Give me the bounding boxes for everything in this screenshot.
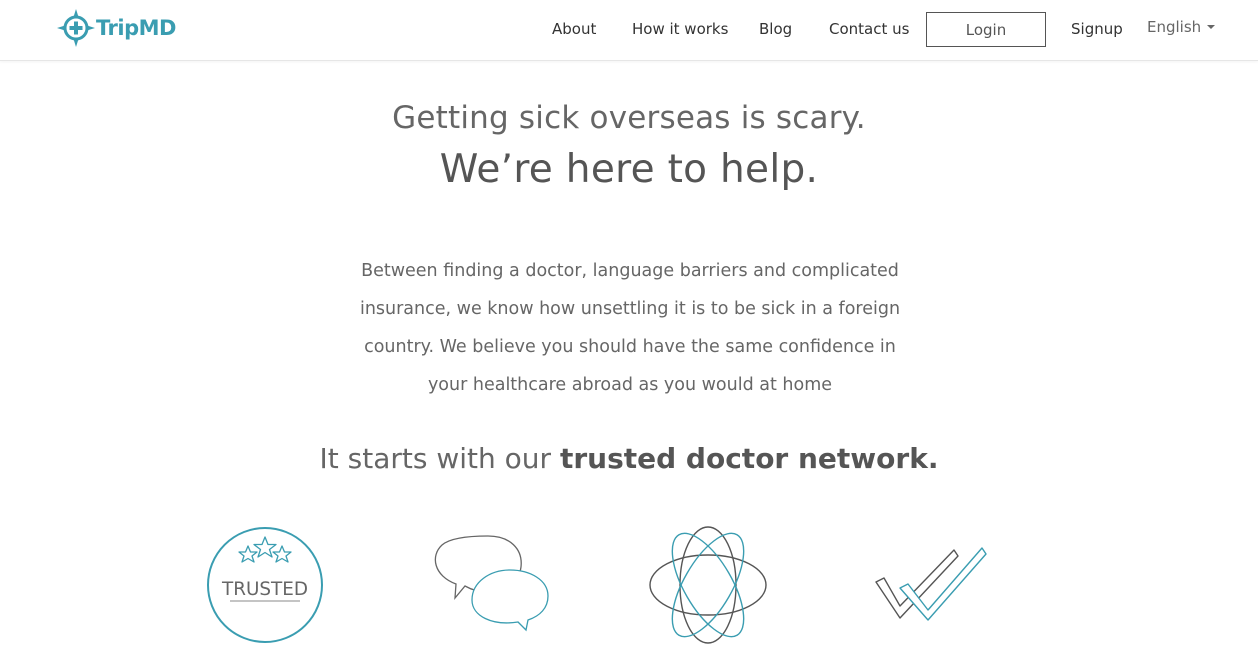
tagline: It starts with our trusted doctor networ… xyxy=(0,442,1258,475)
speech-bubbles-icon xyxy=(422,520,552,650)
nav-contact-us[interactable]: Contact us xyxy=(829,20,909,38)
logo-text-md: MD xyxy=(138,16,177,40)
top-navbar: TripMD About How it works Blog Contact u… xyxy=(0,0,1258,61)
login-button[interactable]: Login xyxy=(926,12,1046,47)
logo-wordmark: TripMD xyxy=(96,16,176,40)
double-check-icon xyxy=(866,520,996,650)
tripmd-logo[interactable]: TripMD xyxy=(57,8,176,48)
logo-text-trip: Trip xyxy=(96,16,139,40)
hero-title: Getting sick overseas is scary. xyxy=(392,100,866,136)
nav-about[interactable]: About xyxy=(552,20,596,38)
language-label: English xyxy=(1147,18,1202,36)
nav-blog[interactable]: Blog xyxy=(759,20,792,38)
tagline-suffix: . xyxy=(927,442,939,475)
signup-link[interactable]: Signup xyxy=(1071,20,1123,38)
compass-cross-icon xyxy=(57,9,95,47)
tagline-prefix: It starts with our xyxy=(319,442,560,475)
trusted-badge-text: TRUSTED xyxy=(221,578,308,600)
atom-icon xyxy=(643,520,773,650)
caret-down-icon xyxy=(1207,25,1216,29)
hero-subtitle: We’re here to help. xyxy=(439,147,819,192)
intro-paragraph: Between finding a doctor, language barri… xyxy=(359,261,901,395)
language-dropdown[interactable]: English xyxy=(1147,18,1216,36)
trusted-badge-icon: TRUSTED xyxy=(200,520,330,650)
tagline-bold: trusted doctor network xyxy=(559,442,928,475)
nav-how-it-works[interactable]: How it works xyxy=(632,20,728,38)
